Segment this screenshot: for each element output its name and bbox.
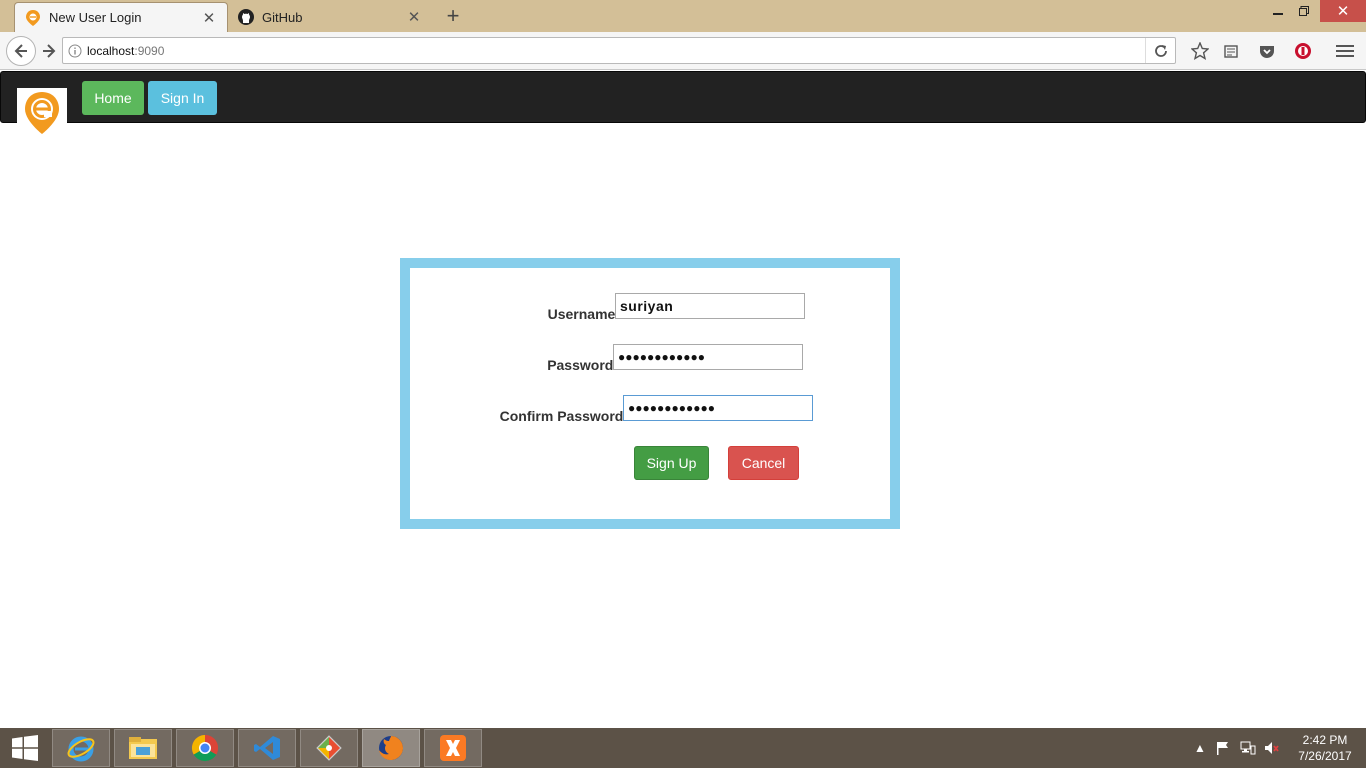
url-bar[interactable]: localhost:9090 bbox=[62, 37, 1176, 64]
signup-form: Username: suriyan Password: ●●●●●●●●●●●●… bbox=[400, 258, 900, 529]
git-icon[interactable] bbox=[300, 729, 358, 767]
site-navbar: Home Sign In bbox=[0, 71, 1366, 138]
username-label: Username: bbox=[547, 306, 620, 322]
site-logo-icon bbox=[25, 92, 59, 134]
clock-time: 2:42 PM bbox=[1302, 733, 1348, 747]
tab-label: New User Login bbox=[49, 10, 142, 25]
bookmark-star-icon[interactable] bbox=[1190, 41, 1210, 61]
clock-date: 7/26/2017 bbox=[1298, 749, 1352, 763]
password-input[interactable]: ●●●●●●●●●●●● bbox=[613, 344, 803, 370]
close-window-icon[interactable]: ✕ bbox=[1320, 0, 1366, 22]
windows-logo-icon bbox=[12, 735, 38, 761]
close-tab-icon[interactable]: ✕ bbox=[406, 9, 422, 26]
system-clock[interactable]: 2:42 PM 7/26/2017 bbox=[1290, 732, 1360, 764]
info-icon[interactable] bbox=[63, 44, 87, 58]
password-label: Password: bbox=[547, 357, 618, 373]
site-logo-icon bbox=[25, 9, 41, 26]
chrome-icon[interactable] bbox=[176, 729, 234, 767]
browser-tab-strip: New User Login ✕ GitHub ✕ + ✕ bbox=[0, 0, 1366, 32]
reload-icon[interactable] bbox=[1145, 38, 1175, 63]
pocket-icon[interactable] bbox=[1257, 41, 1277, 61]
username-input[interactable]: suriyan bbox=[615, 293, 805, 319]
windows-taskbar: ▲ 2:42 PM 7/26/2017 bbox=[0, 728, 1366, 768]
tab-github[interactable]: GitHub ✕ bbox=[228, 2, 432, 32]
internet-explorer-icon[interactable] bbox=[52, 729, 110, 767]
new-tab-button[interactable]: + bbox=[442, 5, 464, 27]
adblock-icon[interactable] bbox=[1293, 41, 1313, 61]
restore-icon[interactable] bbox=[1290, 0, 1318, 22]
back-arrow-icon[interactable] bbox=[6, 36, 36, 66]
cancel-button[interactable]: Cancel bbox=[728, 446, 799, 480]
close-tab-icon[interactable]: ✕ bbox=[201, 10, 217, 27]
site-logo[interactable] bbox=[17, 88, 67, 138]
network-icon[interactable] bbox=[1240, 740, 1256, 756]
xampp-icon[interactable] bbox=[424, 729, 482, 767]
forward-arrow-icon[interactable] bbox=[36, 38, 62, 64]
sign-in-button[interactable]: Sign In bbox=[148, 81, 217, 115]
show-hidden-icons-icon[interactable]: ▲ bbox=[1192, 740, 1208, 756]
tab-label: GitHub bbox=[262, 9, 303, 25]
home-button[interactable]: Home bbox=[82, 81, 144, 115]
github-icon bbox=[238, 9, 254, 25]
confirm-password-input[interactable]: ●●●●●●●●●●●● bbox=[623, 395, 813, 421]
tab-new-user-login[interactable]: New User Login ✕ bbox=[14, 2, 228, 32]
minimize-icon[interactable] bbox=[1264, 0, 1292, 22]
firefox-icon[interactable] bbox=[362, 729, 420, 767]
browser-navbar: localhost:9090 bbox=[0, 32, 1366, 70]
sign-up-button[interactable]: Sign Up bbox=[634, 446, 709, 480]
reading-list-icon[interactable] bbox=[1221, 41, 1241, 61]
confirm-password-label: Confirm Password: bbox=[499, 408, 628, 424]
url-port: :9090 bbox=[134, 43, 165, 58]
windows-start-button[interactable] bbox=[0, 728, 50, 768]
file-explorer-icon[interactable] bbox=[114, 729, 172, 767]
menu-icon[interactable] bbox=[1335, 41, 1355, 61]
url-host: localhost bbox=[87, 43, 135, 58]
action-center-flag-icon[interactable] bbox=[1215, 740, 1231, 756]
volume-muted-icon[interactable] bbox=[1264, 740, 1280, 756]
visual-studio-icon[interactable] bbox=[238, 729, 296, 767]
